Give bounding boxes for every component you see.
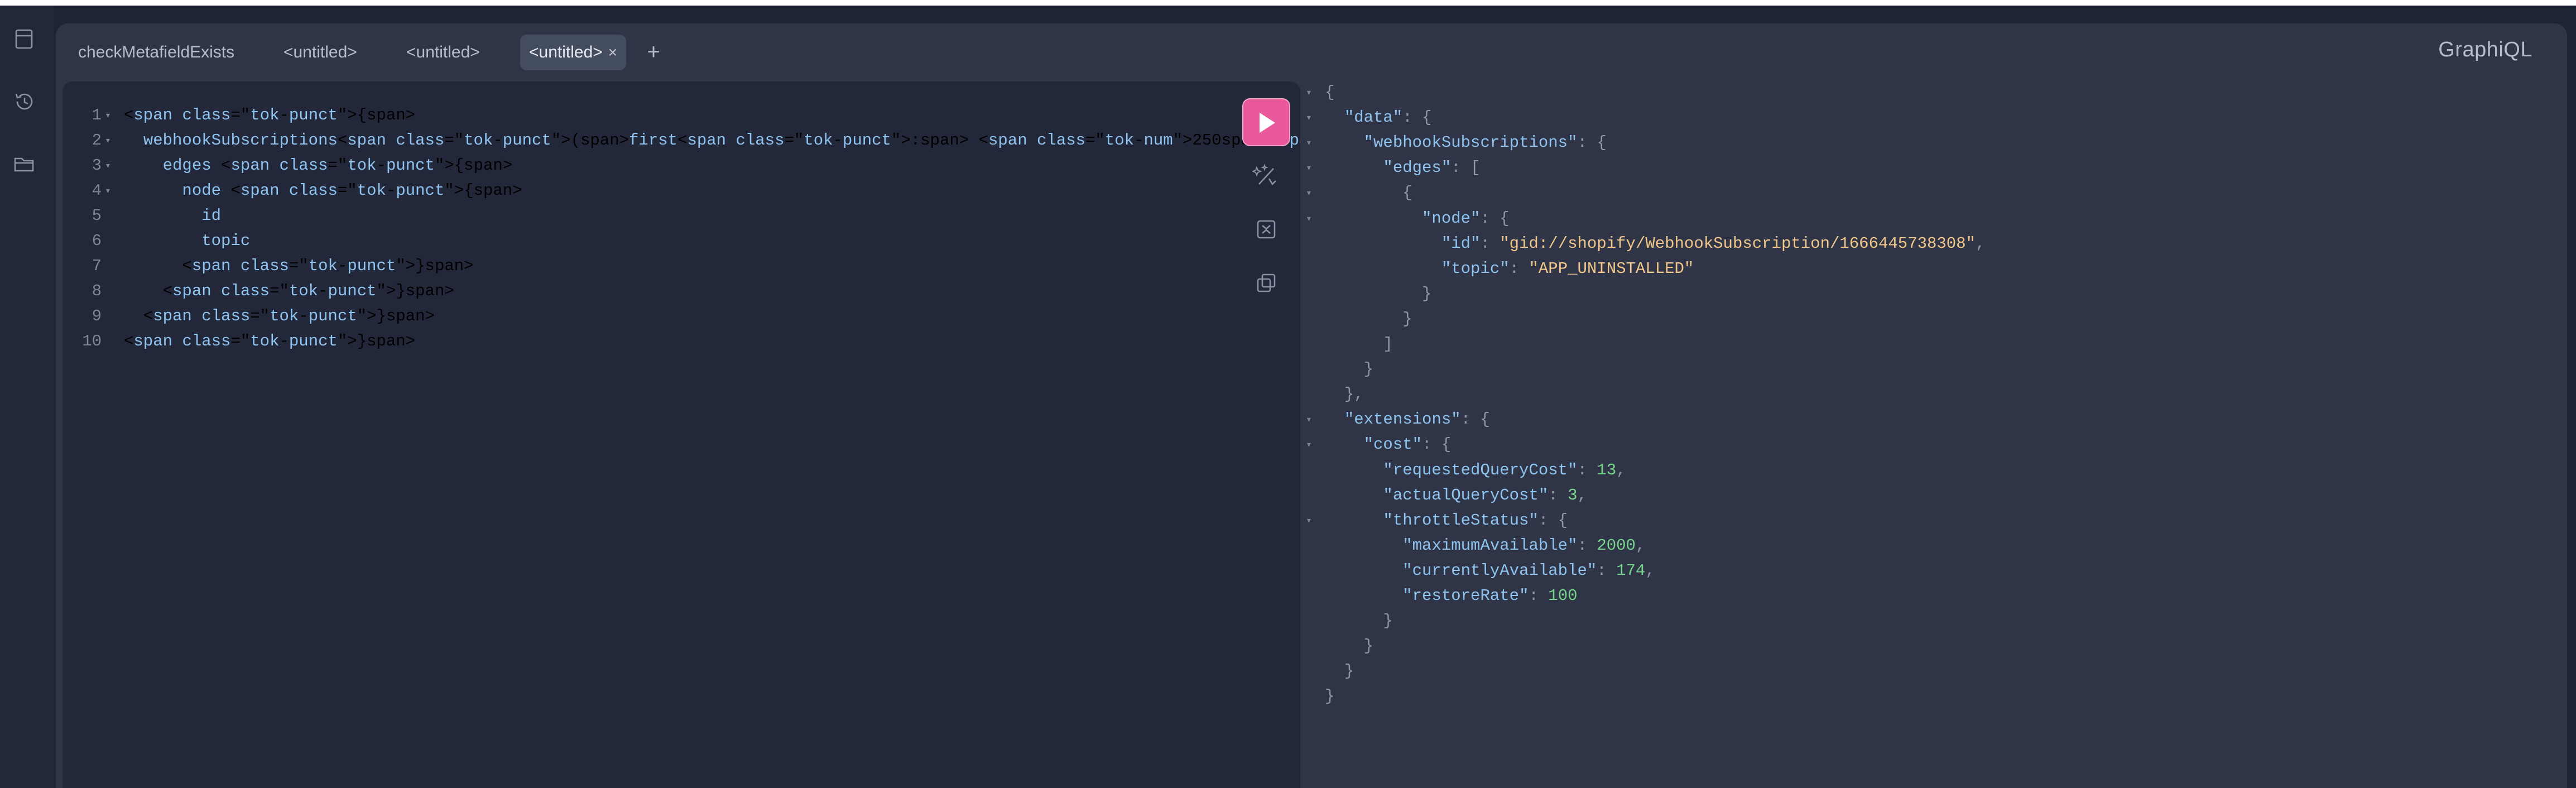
line-number: 5: [92, 206, 102, 225]
code-line[interactable]: <span class="tok-punct">{span>: [124, 103, 415, 128]
code-line[interactable]: <span class="tok-punct">}span>: [124, 253, 473, 278]
tab-label: <untitled>: [406, 43, 480, 61]
fold-arrow-icon[interactable]: ▾: [1306, 213, 1312, 225]
line-number: 1: [92, 106, 102, 124]
line-number: 9: [92, 307, 102, 325]
code-line[interactable]: <span class="tok-punct">}span>: [124, 278, 454, 304]
result-line: {: [1402, 184, 1412, 203]
tab-bar: checkMetafieldExists <untitled> <untitle…: [56, 23, 2567, 84]
tab-label: checkMetafieldExists: [78, 43, 235, 61]
fold-arrow-icon[interactable]: ▾: [105, 185, 111, 197]
prettify-icon[interactable]: [1251, 162, 1280, 190]
results-viewer[interactable]: ▾ { ▾ "data": { ▾ "webhookSubscriptions": {…: [1300, 81, 2567, 788]
fold-arrow-icon[interactable]: ▾: [1306, 515, 1312, 527]
query-editor[interactable]: 1 ▾ <span class="tok-punct">{span> 2 ▾ webho…: [63, 81, 1862, 788]
result-line: "node": {: [1422, 209, 1510, 228]
result-line: },: [1344, 385, 1364, 404]
fold-arrow-icon[interactable]: ▾: [105, 160, 111, 172]
fold-arrow-icon[interactable]: ▾: [1306, 162, 1312, 174]
tab-label: <untitled>: [283, 43, 357, 61]
result-line: "currentlyAvailable": 174,: [1402, 561, 1655, 580]
result-line: "edges": [: [1383, 158, 1481, 177]
line-number: 6: [92, 232, 102, 250]
play-icon: [1260, 113, 1275, 133]
result-line: }: [1383, 612, 1393, 631]
code-line[interactable]: id: [124, 203, 221, 228]
graphiql-window: checkMetafieldExists <untitled> <untitle…: [56, 23, 2567, 788]
history-icon[interactable]: [12, 89, 36, 114]
result-line: "data": {: [1344, 108, 1432, 127]
result-line: "throttleStatus": {: [1383, 511, 1568, 530]
result-line: "extensions": {: [1344, 410, 1490, 429]
result-line: "cost": {: [1363, 435, 1452, 454]
merge-fragments-icon[interactable]: [1252, 215, 1280, 243]
top-strip: [0, 0, 2576, 6]
sidebar: [0, 6, 54, 788]
result-line: "topic": "APP_UNINSTALLED": [1441, 259, 1694, 278]
result-line: "maximumAvailable": 2000,: [1402, 536, 1646, 555]
fold-arrow-icon[interactable]: ▾: [1306, 112, 1312, 124]
tab-checkmetafieldexists[interactable]: checkMetafieldExists: [69, 35, 243, 70]
close-tab-icon[interactable]: ×: [608, 44, 617, 61]
result-line: "actualQueryCost": 3,: [1383, 486, 1587, 504]
result-line: {: [1325, 83, 1335, 102]
query-code[interactable]: 1 ▾ <span class="tok-punct">{span> 2 ▾ webho…: [63, 103, 1862, 359]
result-line: ]: [1383, 335, 1393, 353]
run-button[interactable]: [1242, 98, 1290, 146]
result-line: }: [1344, 662, 1354, 681]
result-line: }: [1363, 637, 1374, 656]
result-line: }: [1402, 309, 1412, 328]
code-line[interactable]: <span class="tok-punct">}span>: [124, 304, 435, 329]
line-number: 7: [92, 257, 102, 275]
code-line[interactable]: edges <span class="tok-punct">{span>: [124, 153, 513, 178]
result-line: "requestedQueryCost": 13,: [1383, 460, 1626, 479]
tab-untitled-2[interactable]: <untitled>: [397, 35, 489, 70]
fold-arrow-icon[interactable]: ▾: [1306, 137, 1312, 149]
fold-arrow-icon[interactable]: ▾: [1306, 414, 1312, 426]
tab-label: <untitled>: [529, 43, 603, 61]
result-line: "webhookSubscriptions": {: [1363, 133, 1607, 152]
add-tab-button[interactable]: +: [640, 35, 667, 70]
line-number: 8: [92, 282, 102, 300]
graphiql-logo: GraphiQL: [2438, 38, 2532, 61]
fold-arrow-icon[interactable]: ▾: [105, 109, 111, 122]
folder-icon[interactable]: [12, 152, 36, 176]
tab-untitled-active[interactable]: <untitled> ×: [520, 35, 627, 70]
line-number: 4: [92, 181, 102, 200]
code-line[interactable]: topic: [124, 228, 250, 253]
docs-icon[interactable]: [12, 27, 36, 51]
result-line: }: [1363, 360, 1374, 379]
results-code[interactable]: ▾ { ▾ "data": { ▾ "webhookSubscriptions": {…: [1300, 80, 2528, 716]
line-number: 3: [92, 156, 102, 175]
fold-arrow-icon[interactable]: ▾: [1306, 87, 1312, 99]
tab-untitled-1[interactable]: <untitled>: [275, 35, 366, 70]
fold-arrow-icon[interactable]: ▾: [1306, 187, 1312, 199]
line-number: 10: [82, 332, 102, 350]
result-line: "restoreRate": 100: [1402, 587, 1578, 605]
fold-arrow-icon[interactable]: ▾: [105, 134, 111, 147]
copy-icon[interactable]: [1252, 269, 1280, 297]
code-line[interactable]: node <span class="tok-punct">{span>: [124, 178, 522, 203]
line-number: 2: [92, 131, 102, 150]
result-line: }: [1325, 687, 1335, 706]
result-line: "id": "gid://shopify/WebhookSubscription…: [1441, 234, 1986, 253]
result-line: }: [1422, 284, 1432, 303]
code-line[interactable]: <span class="tok-punct">}span>: [124, 329, 415, 354]
fold-arrow-icon[interactable]: ▾: [1306, 439, 1312, 451]
